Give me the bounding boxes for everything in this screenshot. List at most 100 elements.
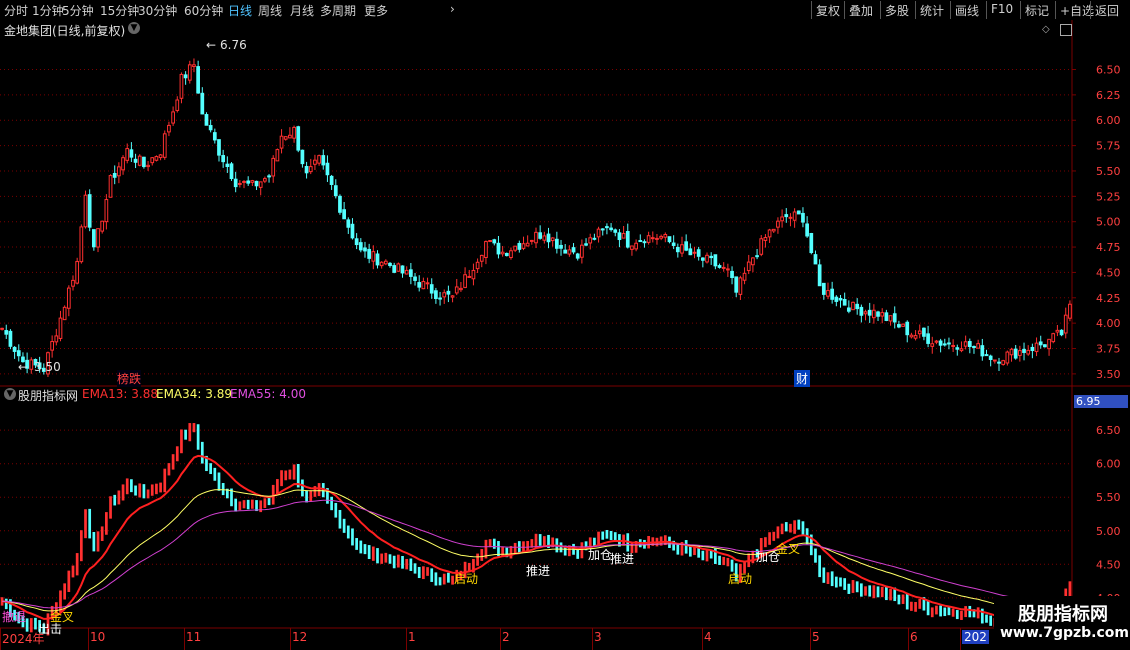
candle-body-25: [104, 199, 109, 223]
more-chevron-icon[interactable]: ›: [450, 2, 455, 16]
ind-bar-215: [897, 594, 901, 605]
ind-bar-84: [351, 528, 354, 546]
period-tab-8[interactable]: 月线: [290, 2, 314, 19]
event-marker-cai[interactable]: 财: [794, 370, 811, 387]
candle-body-177: [738, 277, 743, 295]
candle-body-22: [91, 229, 96, 248]
period-tab-1[interactable]: 1分钟: [32, 2, 64, 19]
ind-bar-226: [943, 607, 947, 617]
candle-body-100: [417, 282, 422, 288]
period-tab-7[interactable]: 周线: [258, 2, 282, 19]
candle-body-106: [442, 292, 447, 298]
candle-body-114: [475, 261, 480, 270]
ind-bar-83: [346, 525, 350, 539]
candle-body-234: [976, 343, 981, 349]
x-axis-tick-6: [592, 628, 593, 650]
candle-body-117: [488, 239, 492, 242]
candle-body-221: [922, 327, 926, 337]
toolbar-button-2[interactable]: 多股: [880, 1, 913, 19]
candle-body-156: [650, 237, 655, 240]
candle-body-1: [4, 330, 9, 335]
signal-label-0: 启动: [454, 572, 479, 586]
ind-bar-168: [701, 550, 705, 561]
ind-bar-67: [280, 470, 283, 487]
candle-body-23: [96, 228, 100, 248]
candle-body-153: [638, 240, 643, 243]
period-tab-4[interactable]: 30分钟: [138, 2, 177, 19]
candle-body-211: [880, 312, 885, 317]
ind-bar-74: [309, 490, 313, 502]
toolbar-button-5[interactable]: F10: [986, 1, 1017, 19]
period-tab-3[interactable]: 15分钟: [100, 2, 139, 19]
kline-chart[interactable]: 6.50 6.25 6.00 5.75 5.50 5.25 5.00 4.75 4.50 4.25…: [0, 20, 1130, 650]
ind-bar-31: [130, 479, 133, 493]
ind-bar-96: [401, 556, 404, 569]
x-axis-tick-5: [500, 628, 501, 650]
x-axis-tick-1: [88, 628, 89, 650]
candle-body-242: [1009, 348, 1014, 356]
candle-body-249: [1038, 341, 1043, 346]
toolbar-button-3[interactable]: 统计: [915, 1, 948, 19]
price-tick-label-12: 3.50: [1096, 368, 1121, 381]
ind-bar-82: [342, 518, 346, 533]
x-axis-tick-9: [908, 628, 909, 650]
ind-bar-229: [955, 610, 959, 620]
toolbar-button-6[interactable]: 标记: [1020, 1, 1053, 19]
toolbar-button-4[interactable]: 画线: [950, 1, 983, 19]
ind-bar-28: [117, 490, 121, 505]
ind-bar-139: [580, 542, 584, 559]
ind-bar-79: [330, 496, 333, 511]
ind-bar-234: [976, 607, 980, 619]
ind-bar-222: [926, 600, 930, 616]
ind-bar-202: [843, 578, 847, 590]
ind-bar-201: [839, 577, 842, 587]
candle-body-7: [29, 359, 34, 370]
candle-body-195: [813, 254, 818, 265]
event-marker-lianbang[interactable]: 榜跌: [117, 370, 142, 387]
candle-body-146: [609, 227, 613, 231]
x-axis-tick-4: [406, 628, 407, 650]
period-tab-9[interactable]: 多周期: [320, 2, 356, 19]
panel-settings-icon[interactable]: ◇: [1042, 24, 1050, 35]
candle-body-172: [717, 265, 722, 268]
candle-body-198: [826, 290, 830, 297]
period-tab-10[interactable]: 更多: [364, 2, 388, 19]
ind-bar-46: [192, 423, 196, 433]
ind-bar-224: [935, 605, 938, 615]
candle-body-52: [217, 139, 221, 156]
period-tab-6[interactable]: 日线: [228, 2, 252, 19]
ind-bar-81: [338, 509, 342, 529]
candle-body-67: [279, 135, 284, 149]
candle-body-200: [834, 296, 839, 302]
candle-body-232: [967, 341, 972, 348]
ind-bar-123: [513, 542, 517, 554]
period-tab-5[interactable]: 60分钟: [184, 2, 223, 19]
ind-bar-69: [288, 469, 292, 480]
toolbar-button-0[interactable]: 复权: [811, 1, 844, 19]
candle-body-220: [917, 330, 922, 335]
toolbar-button-8[interactable]: 返回: [1090, 1, 1123, 19]
indicator-dropdown-icon[interactable]: ▼: [4, 388, 16, 400]
candle-body-209: [872, 309, 876, 319]
ind-bar-207: [864, 586, 867, 596]
candle-body-82: [342, 209, 346, 220]
x-axis-label-4: 1: [408, 630, 416, 644]
candle-body-75: [313, 159, 317, 165]
period-dropdown-icon[interactable]: ▼: [128, 22, 140, 34]
ind-bar-95: [396, 554, 400, 568]
candle-body-27: [112, 172, 117, 178]
panel-toggle-icon[interactable]: [1060, 24, 1072, 36]
ind-bar-100: [417, 566, 421, 579]
period-tab-2[interactable]: 5分钟: [62, 2, 94, 19]
candle-body-33: [137, 155, 142, 166]
candle-body-213: [888, 315, 893, 322]
ind-bar-119: [497, 541, 500, 557]
candle-body-238: [992, 359, 997, 362]
period-tab-0[interactable]: 分时: [4, 2, 28, 19]
toolbar-button-1[interactable]: 叠加: [844, 1, 877, 19]
candle-body-118: [492, 239, 497, 244]
candle-body-192: [801, 212, 805, 223]
candle-body-55: [229, 163, 234, 179]
candle-body-94: [392, 265, 397, 273]
candle-body-205: [855, 303, 860, 310]
